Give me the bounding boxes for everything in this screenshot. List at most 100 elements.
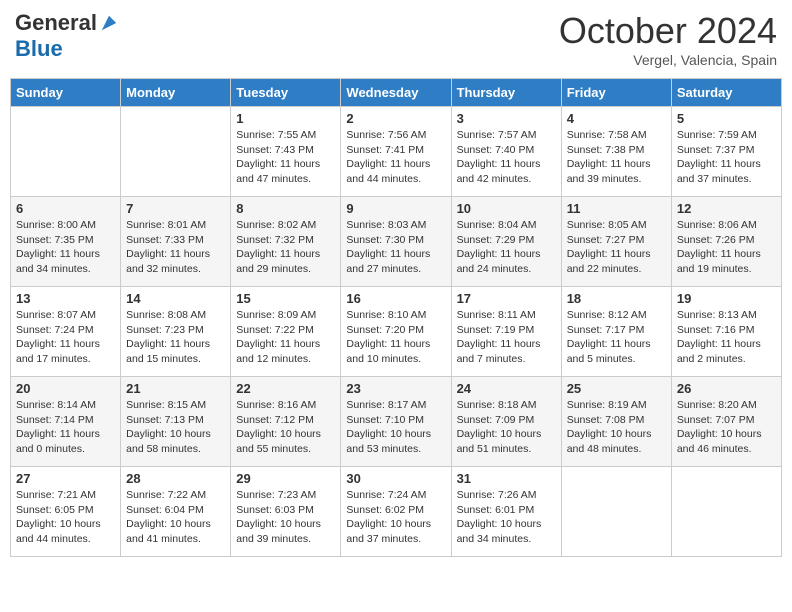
day-info: Sunrise: 8:08 AM Sunset: 7:23 PM Dayligh…	[126, 308, 225, 367]
day-info: Sunrise: 8:19 AM Sunset: 7:08 PM Dayligh…	[567, 398, 666, 457]
day-info: Sunrise: 8:13 AM Sunset: 7:16 PM Dayligh…	[677, 308, 776, 367]
day-info: Sunrise: 7:59 AM Sunset: 7:37 PM Dayligh…	[677, 128, 776, 187]
calendar-cell: 21Sunrise: 8:15 AM Sunset: 7:13 PM Dayli…	[121, 377, 231, 467]
day-info: Sunrise: 8:01 AM Sunset: 7:33 PM Dayligh…	[126, 218, 225, 277]
calendar-cell: 9 Sunrise: 8:03 AM Sunset: 7:30 PM Daylig…	[341, 197, 451, 287]
logo: General Blue	[15, 10, 118, 62]
day-info: Sunrise: 8:17 AM Sunset: 7:10 PM Dayligh…	[346, 398, 445, 457]
calendar-cell: 10 Sunrise: 8:04 AM Sunset: 7:29 PM Dayli…	[451, 197, 561, 287]
calendar-week-row: 27 Sunrise: 7:21 AM Sunset: 6:05 PM Dayli…	[11, 467, 782, 557]
day-number: 3	[457, 111, 556, 126]
calendar-cell	[561, 467, 671, 557]
day-info: Sunrise: 7:57 AM Sunset: 7:40 PM Dayligh…	[457, 128, 556, 187]
day-number: 5	[677, 111, 776, 126]
logo-blue-text: Blue	[15, 36, 63, 62]
calendar-header-saturday: Saturday	[671, 79, 781, 107]
calendar-cell: 17 Sunrise: 8:11 AM Sunset: 7:19 PM Dayli…	[451, 287, 561, 377]
calendar-cell	[121, 107, 231, 197]
calendar-cell	[11, 107, 121, 197]
day-info: Sunrise: 8:00 AM Sunset: 7:35 PM Dayligh…	[16, 218, 115, 277]
day-info: Sunrise: 7:56 AM Sunset: 7:41 PM Dayligh…	[346, 128, 445, 187]
day-number: 10	[457, 201, 556, 216]
day-number: 1	[236, 111, 335, 126]
location-subtitle: Vergel, Valencia, Spain	[559, 52, 777, 68]
calendar-cell: 2Sunrise: 7:56 AM Sunset: 7:41 PM Daylig…	[341, 107, 451, 197]
day-info: Sunrise: 7:21 AM Sunset: 6:05 PM Dayligh…	[16, 488, 115, 547]
day-number: 13	[16, 291, 115, 306]
calendar-cell: 6Sunrise: 8:00 AM Sunset: 7:35 PM Daylig…	[11, 197, 121, 287]
logo-general-text: General	[15, 10, 97, 36]
calendar-header-thursday: Thursday	[451, 79, 561, 107]
calendar-week-row: 1 Sunrise: 7:55 AM Sunset: 7:43 PM Daylig…	[11, 107, 782, 197]
day-number: 4	[567, 111, 666, 126]
day-number: 21	[126, 381, 225, 396]
day-number: 15	[236, 291, 335, 306]
calendar-cell: 31Sunrise: 7:26 AM Sunset: 6:01 PM Dayli…	[451, 467, 561, 557]
day-number: 23	[346, 381, 445, 396]
day-number: 19	[677, 291, 776, 306]
calendar-cell: 19 Sunrise: 8:13 AM Sunset: 7:16 PM Dayli…	[671, 287, 781, 377]
day-number: 30	[346, 471, 445, 486]
day-number: 20	[16, 381, 115, 396]
day-info: Sunrise: 8:14 AM Sunset: 7:14 PM Dayligh…	[16, 398, 115, 457]
calendar-cell: 29Sunrise: 7:23 AM Sunset: 6:03 PM Dayli…	[231, 467, 341, 557]
day-info: Sunrise: 7:22 AM Sunset: 6:04 PM Dayligh…	[126, 488, 225, 547]
day-info: Sunrise: 8:05 AM Sunset: 7:27 PM Dayligh…	[567, 218, 666, 277]
day-number: 7	[126, 201, 225, 216]
title-section: October 2024 Vergel, Valencia, Spain	[559, 10, 777, 68]
calendar-cell: 12 Sunrise: 8:06 AM Sunset: 7:26 PM Dayli…	[671, 197, 781, 287]
day-number: 11	[567, 201, 666, 216]
calendar-cell: 18 Sunrise: 8:12 AM Sunset: 7:17 PM Dayli…	[561, 287, 671, 377]
calendar-cell: 16 Sunrise: 8:10 AM Sunset: 7:20 PM Dayli…	[341, 287, 451, 377]
day-number: 9	[346, 201, 445, 216]
day-info: Sunrise: 8:20 AM Sunset: 7:07 PM Dayligh…	[677, 398, 776, 457]
day-number: 27	[16, 471, 115, 486]
day-info: Sunrise: 8:12 AM Sunset: 7:17 PM Dayligh…	[567, 308, 666, 367]
calendar-cell: 23 Sunrise: 8:17 AM Sunset: 7:10 PM Dayli…	[341, 377, 451, 467]
day-info: Sunrise: 7:23 AM Sunset: 6:03 PM Dayligh…	[236, 488, 335, 547]
day-info: Sunrise: 8:03 AM Sunset: 7:30 PM Dayligh…	[346, 218, 445, 277]
day-info: Sunrise: 8:02 AM Sunset: 7:32 PM Dayligh…	[236, 218, 335, 277]
logo-icon	[100, 14, 118, 32]
calendar-header-tuesday: Tuesday	[231, 79, 341, 107]
day-info: Sunrise: 8:07 AM Sunset: 7:24 PM Dayligh…	[16, 308, 115, 367]
day-info: Sunrise: 8:04 AM Sunset: 7:29 PM Dayligh…	[457, 218, 556, 277]
calendar-cell: 22Sunrise: 8:16 AM Sunset: 7:12 PM Dayli…	[231, 377, 341, 467]
calendar-cell: 11 Sunrise: 8:05 AM Sunset: 7:27 PM Dayli…	[561, 197, 671, 287]
day-number: 17	[457, 291, 556, 306]
day-info: Sunrise: 8:18 AM Sunset: 7:09 PM Dayligh…	[457, 398, 556, 457]
calendar-cell: 15Sunrise: 8:09 AM Sunset: 7:22 PM Dayli…	[231, 287, 341, 377]
day-info: Sunrise: 7:26 AM Sunset: 6:01 PM Dayligh…	[457, 488, 556, 547]
calendar-header-row: SundayMondayTuesdayWednesdayThursdayFrid…	[11, 79, 782, 107]
day-info: Sunrise: 8:06 AM Sunset: 7:26 PM Dayligh…	[677, 218, 776, 277]
calendar-cell: 14 Sunrise: 8:08 AM Sunset: 7:23 PM Dayli…	[121, 287, 231, 377]
calendar-week-row: 6Sunrise: 8:00 AM Sunset: 7:35 PM Daylig…	[11, 197, 782, 287]
calendar-cell: 30 Sunrise: 7:24 AM Sunset: 6:02 PM Dayli…	[341, 467, 451, 557]
day-number: 8	[236, 201, 335, 216]
calendar-cell: 28Sunrise: 7:22 AM Sunset: 6:04 PM Dayli…	[121, 467, 231, 557]
calendar-header-friday: Friday	[561, 79, 671, 107]
calendar-cell	[671, 467, 781, 557]
calendar-cell: 3 Sunrise: 7:57 AM Sunset: 7:40 PM Daylig…	[451, 107, 561, 197]
calendar-header-wednesday: Wednesday	[341, 79, 451, 107]
day-number: 12	[677, 201, 776, 216]
day-number: 25	[567, 381, 666, 396]
day-number: 16	[346, 291, 445, 306]
day-number: 14	[126, 291, 225, 306]
calendar-cell: 7 Sunrise: 8:01 AM Sunset: 7:33 PM Daylig…	[121, 197, 231, 287]
day-info: Sunrise: 7:24 AM Sunset: 6:02 PM Dayligh…	[346, 488, 445, 547]
calendar-header-sunday: Sunday	[11, 79, 121, 107]
day-number: 22	[236, 381, 335, 396]
calendar-cell: 25 Sunrise: 8:19 AM Sunset: 7:08 PM Dayli…	[561, 377, 671, 467]
calendar-cell: 1 Sunrise: 7:55 AM Sunset: 7:43 PM Daylig…	[231, 107, 341, 197]
day-number: 26	[677, 381, 776, 396]
day-info: Sunrise: 7:55 AM Sunset: 7:43 PM Dayligh…	[236, 128, 335, 187]
day-number: 18	[567, 291, 666, 306]
day-number: 24	[457, 381, 556, 396]
calendar-table: SundayMondayTuesdayWednesdayThursdayFrid…	[10, 78, 782, 557]
day-info: Sunrise: 8:10 AM Sunset: 7:20 PM Dayligh…	[346, 308, 445, 367]
day-info: Sunrise: 8:11 AM Sunset: 7:19 PM Dayligh…	[457, 308, 556, 367]
calendar-cell: 24 Sunrise: 8:18 AM Sunset: 7:09 PM Dayli…	[451, 377, 561, 467]
calendar-cell: 13 Sunrise: 8:07 AM Sunset: 7:24 PM Dayli…	[11, 287, 121, 377]
calendar-cell: 27 Sunrise: 7:21 AM Sunset: 6:05 PM Dayli…	[11, 467, 121, 557]
